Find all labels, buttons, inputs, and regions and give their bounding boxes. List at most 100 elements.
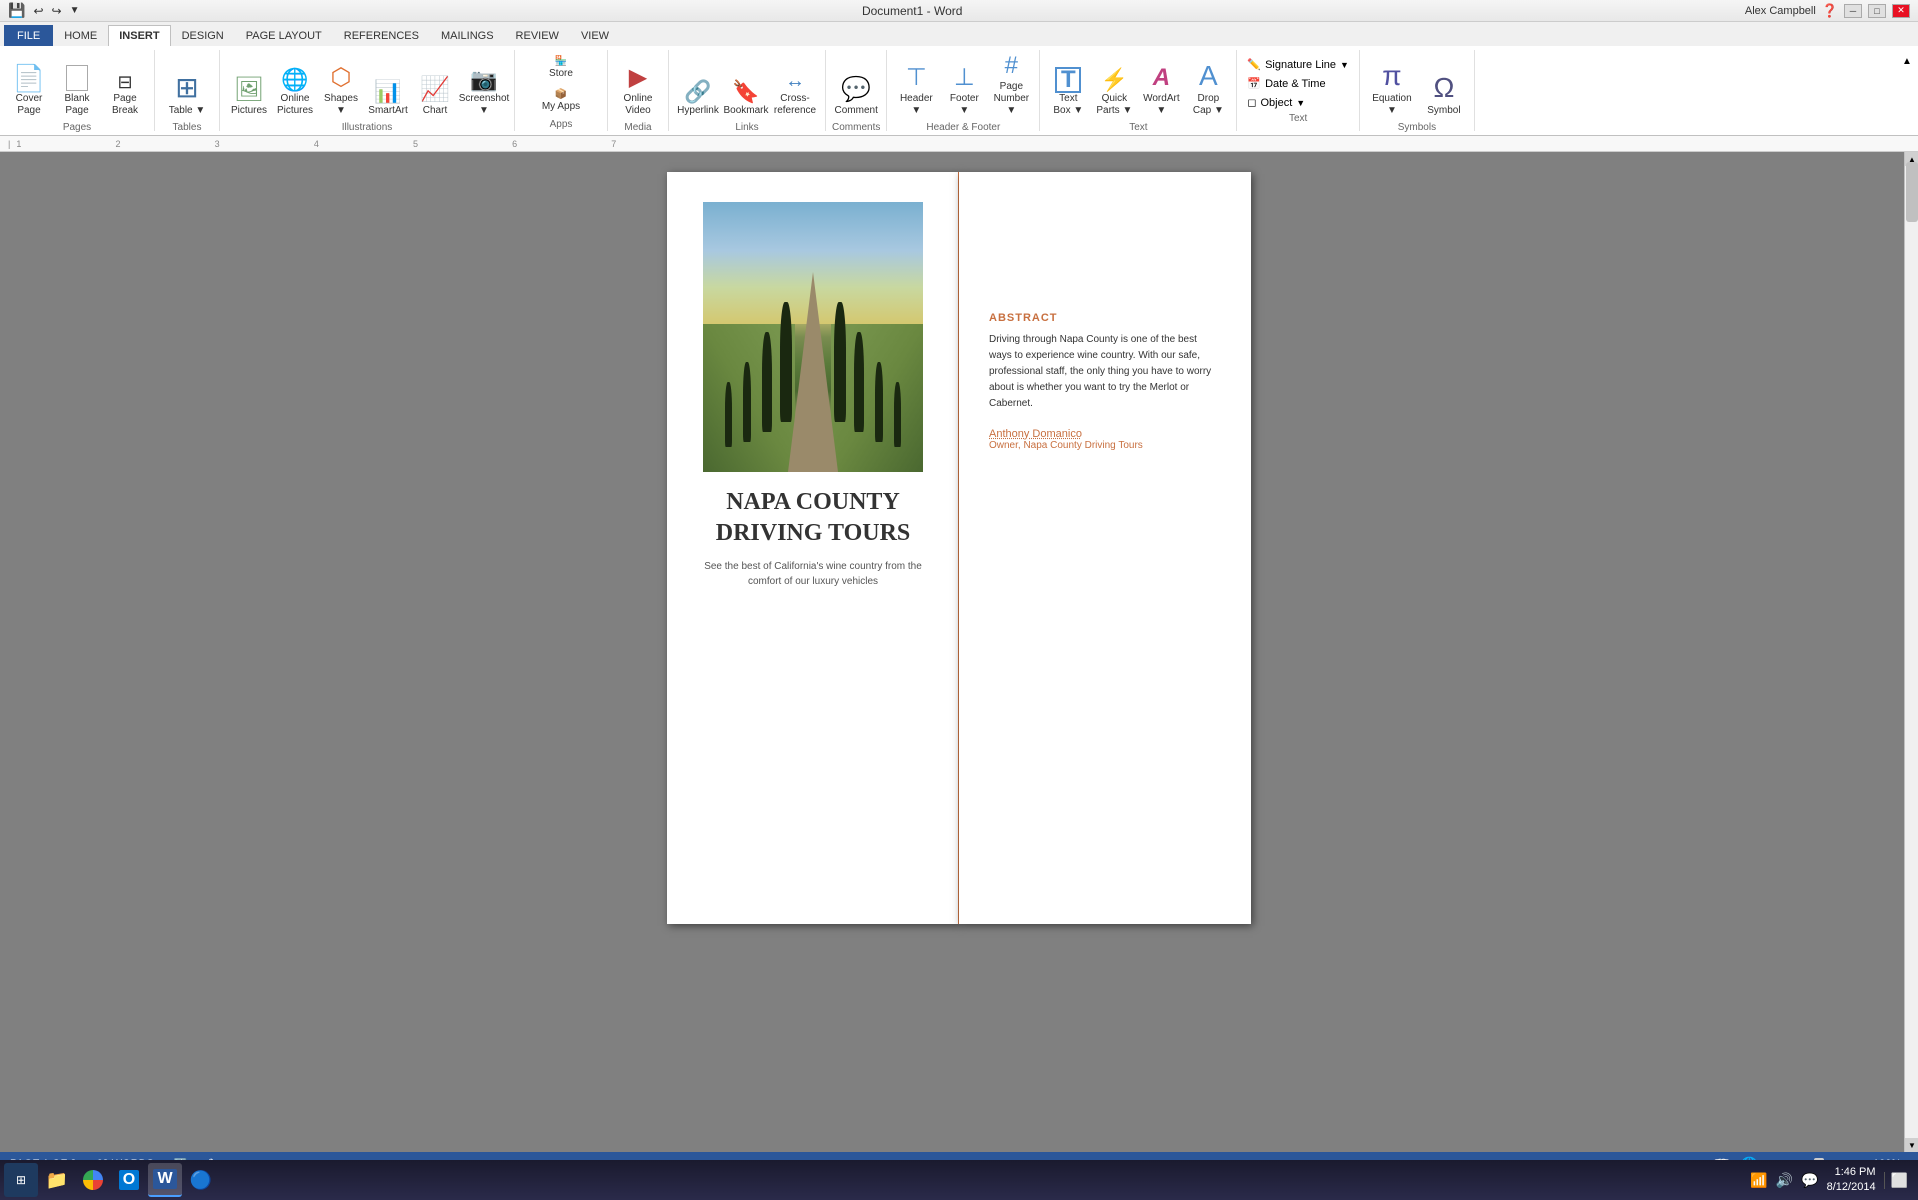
tab-page-layout[interactable]: PAGE LAYOUT (235, 25, 333, 46)
wordart-button[interactable]: A WordArt ▼ (1138, 52, 1184, 120)
document-title: NAPA COUNTY DRIVING TOURS (716, 487, 911, 549)
volume-icon[interactable]: 🔊 (1776, 1172, 1793, 1189)
blank-page-button[interactable]: BlankPage (54, 52, 100, 120)
page-left: NAPA COUNTY DRIVING TOURS See the best o… (667, 172, 959, 924)
vertical-scrollbar[interactable]: ▲ ▼ (1904, 152, 1918, 1152)
page-right: ABSTRACT Driving through Napa County is … (959, 172, 1251, 924)
wordart-icon: A (1153, 64, 1170, 93)
screenshot-button[interactable]: 📷 Screenshot ▼ (460, 52, 508, 120)
title-bar: 💾 ↩ ↪ ▼ Document1 - Word Alex Campbell ❓… (0, 0, 1918, 22)
show-desktop-button[interactable]: ⬜ (1884, 1172, 1908, 1189)
close-button[interactable]: ✕ (1892, 4, 1910, 18)
text-box-button[interactable]: T TextBox ▼ (1046, 52, 1090, 120)
tree-l1 (780, 302, 792, 422)
ribbon-group-apps: 🏪 Store 📦 My Apps Apps (515, 50, 608, 131)
cross-reference-button[interactable]: ↔ Cross-reference (771, 52, 819, 120)
quick-access-more[interactable]: ▼ (70, 5, 80, 16)
my-apps-button[interactable]: 📦 My Apps (521, 85, 601, 117)
start-button[interactable]: ⊞ (4, 1163, 38, 1197)
page-break-icon: ⊟ (117, 73, 132, 91)
scrollbar-thumb[interactable] (1906, 162, 1918, 222)
online-video-icon: ▶ (629, 64, 647, 93)
smartart-button[interactable]: 📊 SmartArt (366, 52, 410, 120)
tab-design[interactable]: DESIGN (171, 25, 235, 46)
help-icon[interactable]: ❓ (1822, 3, 1838, 19)
text-group-label: Text (1129, 122, 1147, 133)
notification-icon[interactable]: 💬 (1801, 1172, 1818, 1189)
comments-group-label: Comments (832, 122, 880, 133)
pages-group-label: Pages (63, 122, 91, 133)
bookmark-icon: 🔖 (732, 79, 759, 105)
scroll-down-button[interactable]: ▼ (1905, 1138, 1918, 1152)
maximize-button[interactable]: □ (1868, 4, 1886, 18)
online-pictures-icon: 🌐 (281, 67, 308, 93)
store-button[interactable]: 🏪 Store (521, 52, 601, 84)
redo-icon[interactable]: ↪ (52, 4, 62, 18)
comment-button[interactable]: 💬 Comment (833, 52, 879, 120)
network-icon[interactable]: 📶 (1750, 1172, 1767, 1189)
date-time-button[interactable]: 📅 Date & Time (1243, 75, 1353, 92)
ribbon-group-illustrations: 🖼 Pictures 🌐 OnlinePictures ⬡ Shapes ▼ 📊… (220, 50, 515, 131)
object-button[interactable]: ◻ Object ▼ (1243, 94, 1353, 111)
ribbon-collapse-btn[interactable]: ▲ (1896, 50, 1918, 131)
ribbon-group-pages: 📄 Cover Page BlankPage ⊟ PageBreak Pages (0, 50, 155, 131)
drop-cap-button[interactable]: A DropCap ▼ (1186, 52, 1230, 120)
windows-logo: ⊞ (16, 1173, 26, 1187)
online-video-button[interactable]: ▶ OnlineVideo (614, 52, 662, 120)
shapes-icon: ⬡ (331, 64, 352, 93)
cover-page-button[interactable]: 📄 Cover Page (6, 52, 52, 120)
symbol-icon: Ω (1433, 71, 1454, 105)
signature-line-button[interactable]: ✏️ Signature Line ▼ (1243, 56, 1353, 73)
tree-l2 (762, 332, 772, 432)
taskbar-app-outlook[interactable]: O (112, 1163, 146, 1197)
tree-l3 (743, 362, 751, 442)
quick-save-icon[interactable]: 💾 (8, 2, 25, 19)
online-pictures-button[interactable]: 🌐 OnlinePictures (274, 52, 316, 120)
tab-mailings[interactable]: MAILINGS (430, 25, 505, 46)
abstract-label: ABSTRACT (989, 312, 1221, 324)
object-icon: ◻ (1247, 96, 1256, 109)
apps-stacked: 🏪 Store 📦 My Apps (521, 52, 601, 117)
ribbon-group-header-footer: ⊤ Header ▼ ⊥ Footer ▼ # PageNumber ▼ Hea… (887, 50, 1040, 131)
chart-button[interactable]: 📈 Chart (412, 52, 458, 120)
outlook-icon: O (119, 1170, 139, 1190)
ribbon: 📄 Cover Page BlankPage ⊟ PageBreak Pages… (0, 46, 1918, 136)
undo-icon[interactable]: ↩ (33, 4, 43, 18)
ribbon-group-comments: 💬 Comment Comments (826, 50, 887, 131)
ribbon-group-text: T TextBox ▼ ⚡ QuickParts ▼ A WordArt ▼ A… (1040, 50, 1237, 131)
media-group-label: Media (624, 122, 651, 133)
tab-file[interactable]: FILE (4, 25, 53, 46)
ribbon-group-symbols: π Equation ▼ Ω Symbol Symbols (1360, 50, 1475, 131)
tab-references[interactable]: REFERENCES (333, 25, 430, 46)
cypress-road-image (703, 202, 923, 472)
system-clock[interactable]: 1:46 PM 8/12/2014 (1827, 1165, 1876, 1196)
taskbar-app-file-explorer[interactable]: 📁 (40, 1163, 74, 1197)
tab-insert[interactable]: INSERT (108, 25, 170, 46)
bookmark-button[interactable]: 🔖 Bookmark (723, 52, 769, 120)
quick-parts-button[interactable]: ⚡ QuickParts ▼ (1092, 52, 1136, 120)
page-break-button[interactable]: ⊟ PageBreak (102, 52, 148, 120)
table-button[interactable]: ⊞ Table ▼ (161, 52, 213, 120)
taskbar-app-word[interactable]: W (148, 1163, 182, 1197)
tab-review[interactable]: REVIEW (505, 25, 570, 46)
pages-buttons: 📄 Cover Page BlankPage ⊟ PageBreak (6, 52, 148, 120)
header-button[interactable]: ⊤ Header ▼ (893, 52, 939, 120)
taskbar: ⊞ 📁 O W 🔵 📶 🔊 💬 1:46 PM 8/12/2014 ⬜ (0, 1160, 1918, 1200)
page-number-button[interactable]: # PageNumber ▼ (989, 52, 1033, 120)
tables-group-label: Tables (173, 122, 202, 133)
minimize-button[interactable]: ─ (1844, 4, 1862, 18)
pictures-button[interactable]: 🖼 Pictures (226, 52, 272, 120)
shapes-button[interactable]: ⬡ Shapes ▼ (318, 52, 364, 120)
symbol-button[interactable]: Ω Symbol (1420, 52, 1468, 120)
tab-home[interactable]: HOME (53, 25, 108, 46)
taskbar-app-misc[interactable]: 🔵 (184, 1163, 218, 1197)
tree-r1 (834, 302, 846, 422)
store-icon: 🏪 (555, 56, 567, 68)
tab-view[interactable]: VIEW (570, 25, 620, 46)
equation-button[interactable]: π Equation ▼ (1366, 52, 1418, 120)
footer-button[interactable]: ⊥ Footer ▼ (941, 52, 987, 120)
hyperlink-button[interactable]: 🔗 Hyperlink (675, 52, 721, 120)
word-icon: W (153, 1169, 176, 1189)
clock-time: 1:46 PM (1827, 1165, 1876, 1180)
taskbar-app-chrome[interactable] (76, 1163, 110, 1197)
